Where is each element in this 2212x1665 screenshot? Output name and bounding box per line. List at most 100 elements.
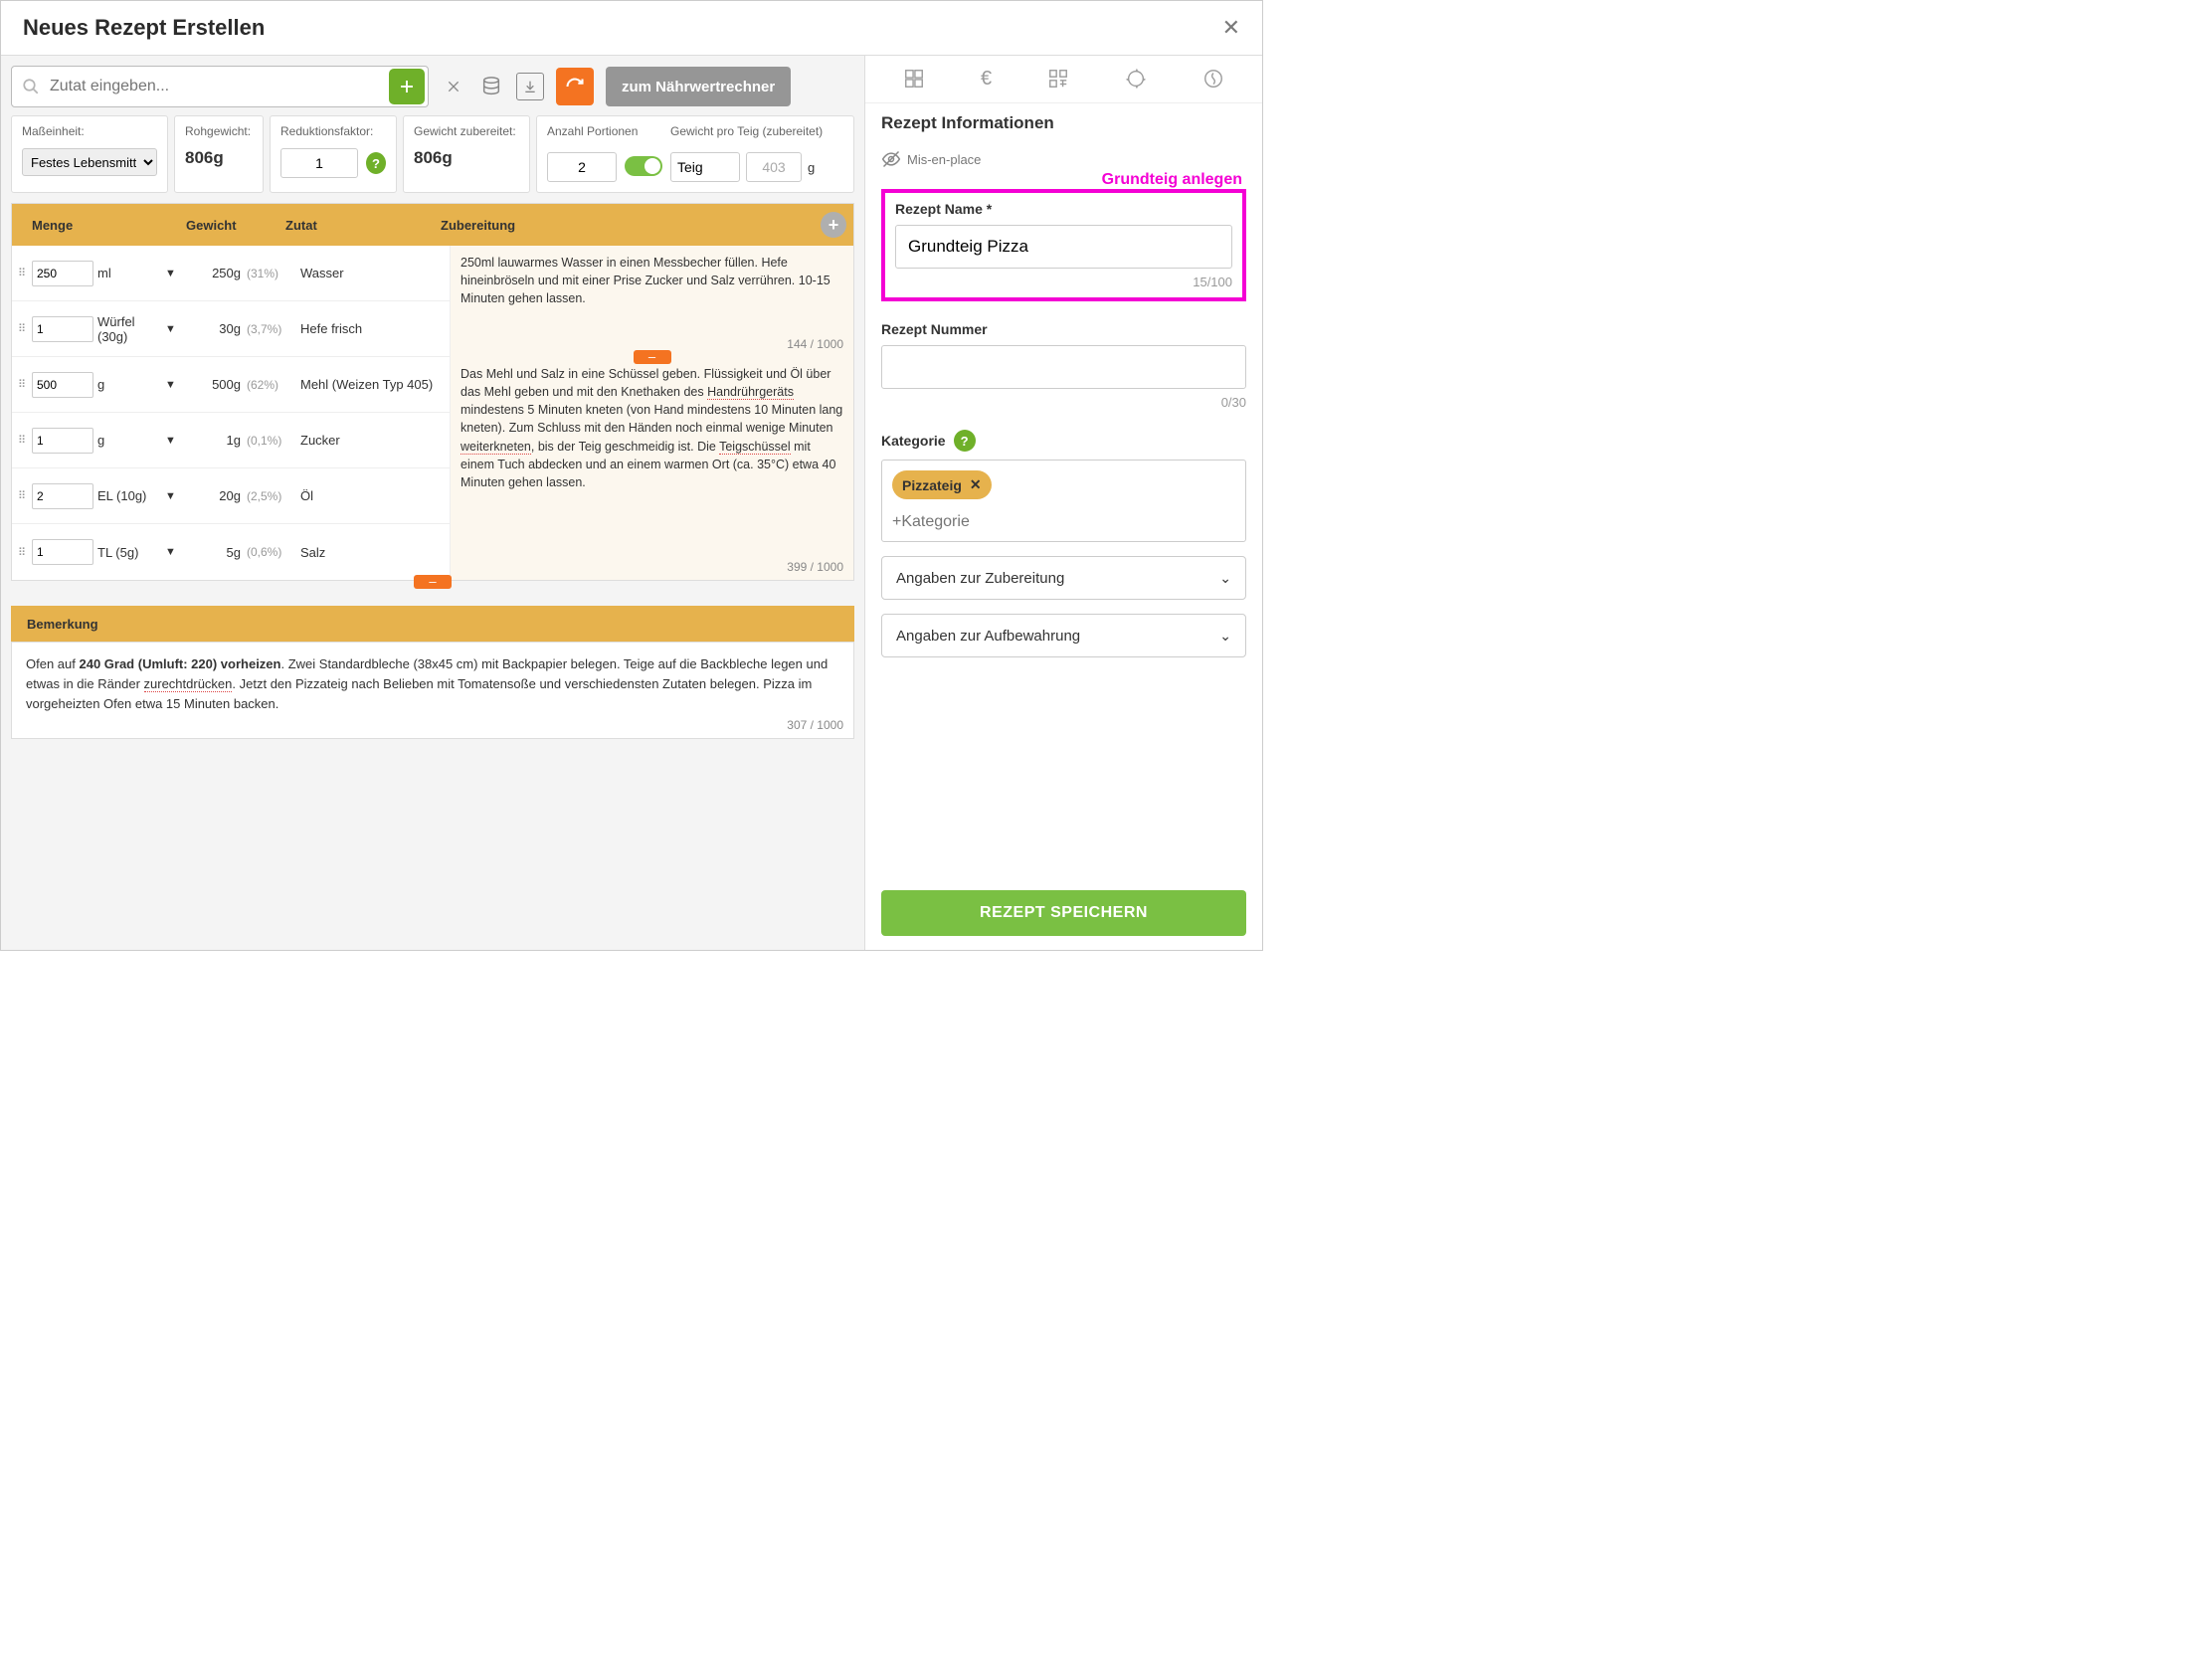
drag-handle-icon[interactable]: ⠿	[18, 489, 32, 502]
accordion-zubereitung[interactable]: Angaben zur Zubereitung ⌄	[881, 556, 1246, 600]
database-icon[interactable]	[478, 74, 504, 99]
drag-handle-icon[interactable]: ⠿	[18, 322, 32, 335]
unit-cell[interactable]: Würfel (30g)	[93, 314, 165, 344]
chevron-down-icon[interactable]: ▼	[165, 435, 185, 447]
weight-cell: 30g	[185, 321, 241, 336]
mis-en-place-toggle[interactable]: Mis-en-place	[881, 143, 1246, 171]
tab-calculator-icon[interactable]	[903, 68, 925, 91]
collapse-handle-icon[interactable]: –	[634, 350, 671, 364]
portions-input[interactable]	[547, 152, 617, 182]
unit-cell[interactable]: EL (10g)	[93, 488, 165, 503]
tab-qr-icon[interactable]	[1047, 68, 1069, 91]
category-field[interactable]: Pizzateig ✕	[881, 460, 1246, 542]
name-cell: Mehl (Weizen Typ 405)	[292, 377, 450, 392]
weight-per-unit: g	[808, 160, 815, 175]
chevron-down-icon[interactable]: ▼	[165, 268, 185, 279]
portions-toggle[interactable]	[625, 156, 662, 176]
chevron-down-icon[interactable]: ▼	[165, 490, 185, 502]
unit-cell[interactable]: g	[93, 433, 165, 448]
portion-unit-input[interactable]	[670, 152, 740, 182]
drag-handle-icon[interactable]: ⠿	[18, 434, 32, 447]
page-title: Neues Rezept Erstellen	[23, 15, 265, 41]
weight-per-input[interactable]	[746, 152, 802, 182]
reduction-label: Reduktionsfaktor:	[280, 124, 386, 138]
pct-cell: (31%)	[241, 267, 292, 280]
chevron-down-icon: ⌄	[1219, 570, 1231, 587]
save-recipe-button[interactable]: REZEPT SPEICHERN	[881, 890, 1246, 936]
tab-allergen-icon[interactable]	[1202, 68, 1224, 91]
th-zutat: Zutat	[285, 218, 435, 233]
qty-input[interactable]	[32, 261, 93, 286]
refresh-button[interactable]	[556, 68, 594, 105]
pct-cell: (0,1%)	[241, 434, 292, 448]
chip-label: Pizzateig	[902, 477, 962, 493]
category-chip: Pizzateig ✕	[892, 470, 992, 499]
th-zubereitung: Zubereitung	[435, 218, 814, 233]
name-cell: Zucker	[292, 433, 450, 448]
tab-price-icon[interactable]: €	[981, 68, 992, 91]
drag-handle-icon[interactable]: ⠿	[18, 378, 32, 391]
annotation-label: Grundteig anlegen	[881, 171, 1246, 189]
close-icon[interactable]: ✕	[1222, 15, 1240, 41]
recipe-name-label: Rezept Name *	[895, 201, 1232, 217]
drag-handle-icon[interactable]: ⠿	[18, 267, 32, 279]
category-input[interactable]	[892, 513, 1235, 531]
chevron-down-icon[interactable]: ▼	[165, 323, 185, 335]
collapse-handle-icon[interactable]: –	[414, 575, 452, 589]
bemerkung-header: Bemerkung	[11, 606, 854, 642]
unit-label: Maßeinheit:	[22, 124, 157, 138]
bemerkung-body[interactable]: Ofen auf 240 Grad (Umluft: 220) vorheize…	[11, 642, 854, 739]
recipe-name-input[interactable]	[895, 225, 1232, 269]
ingredient-row: ⠿ Würfel (30g) ▼ 30g (3,7%) Hefe frisch	[12, 301, 450, 357]
add-ingredient-button[interactable]	[389, 69, 425, 104]
chevron-down-icon[interactable]: ▼	[165, 379, 185, 391]
weight-cell: 5g	[185, 545, 241, 560]
drag-handle-icon[interactable]: ⠿	[18, 546, 32, 559]
weight-per-label: Gewicht pro Teig (zubereitet)	[670, 124, 843, 138]
prep-text: 250ml lauwarmes Wasser in einen Messbech…	[461, 256, 830, 305]
qty-input[interactable]	[32, 316, 93, 342]
prep-step-cell[interactable]: Das Mehl und Salz in eine Schüssel geben…	[451, 357, 853, 580]
weight-cell: 500g	[185, 377, 241, 392]
pct-cell: (2,5%)	[241, 489, 292, 503]
ingredient-row: ⠿ TL (5g) ▼ 5g (0,6%) Salz	[12, 524, 450, 580]
prep-step-cell[interactable]: 250ml lauwarmes Wasser in einen Messbech…	[451, 246, 853, 357]
chevron-down-icon: ⌄	[1219, 628, 1231, 645]
qty-input[interactable]	[32, 483, 93, 509]
weight-cell: 1g	[185, 433, 241, 448]
pct-cell: (62%)	[241, 378, 292, 392]
recipe-number-label: Rezept Nummer	[881, 321, 1246, 337]
accordion-aufbewahrung[interactable]: Angaben zur Aufbewahrung ⌄	[881, 614, 1246, 657]
help-icon[interactable]: ?	[366, 152, 386, 174]
recipe-number-count: 0/30	[881, 395, 1246, 410]
to-nutrition-calc-button[interactable]: zum Nährwertrechner	[606, 67, 791, 106]
download-icon[interactable]	[516, 73, 544, 100]
mis-en-place-label: Mis-en-place	[907, 152, 981, 167]
clear-icon[interactable]	[441, 74, 466, 99]
unit-select[interactable]: Festes Lebensmittel (g)	[22, 148, 157, 176]
unit-cell[interactable]: g	[93, 377, 165, 392]
recipe-name-count: 15/100	[895, 275, 1232, 289]
name-cell: Öl	[292, 488, 450, 503]
reduction-input[interactable]	[280, 148, 358, 178]
recipe-number-input[interactable]	[881, 345, 1246, 389]
weight-cell: 250g	[185, 266, 241, 280]
cooked-weight-label: Gewicht zubereitet:	[414, 124, 519, 138]
add-step-button[interactable]: +	[821, 212, 846, 238]
tab-badge-icon[interactable]	[1125, 68, 1147, 91]
chevron-down-icon[interactable]: ▼	[165, 546, 185, 558]
raw-weight-label: Rohgewicht:	[185, 124, 253, 138]
char-count: 307 / 1000	[787, 716, 843, 735]
ingredient-search-input[interactable]	[40, 78, 428, 95]
qty-input[interactable]	[32, 428, 93, 454]
name-cell: Hefe frisch	[292, 321, 450, 336]
chip-remove-icon[interactable]: ✕	[970, 476, 982, 493]
unit-cell[interactable]: TL (5g)	[93, 545, 165, 560]
qty-input[interactable]	[32, 372, 93, 398]
unit-cell[interactable]: ml	[93, 266, 165, 280]
ingredient-search[interactable]	[11, 66, 429, 107]
help-icon[interactable]: ?	[954, 430, 976, 452]
th-menge: Menge	[12, 218, 186, 233]
qty-input[interactable]	[32, 539, 93, 565]
ingredient-row: ⠿ ml ▼ 250g (31%) Wasser	[12, 246, 450, 301]
